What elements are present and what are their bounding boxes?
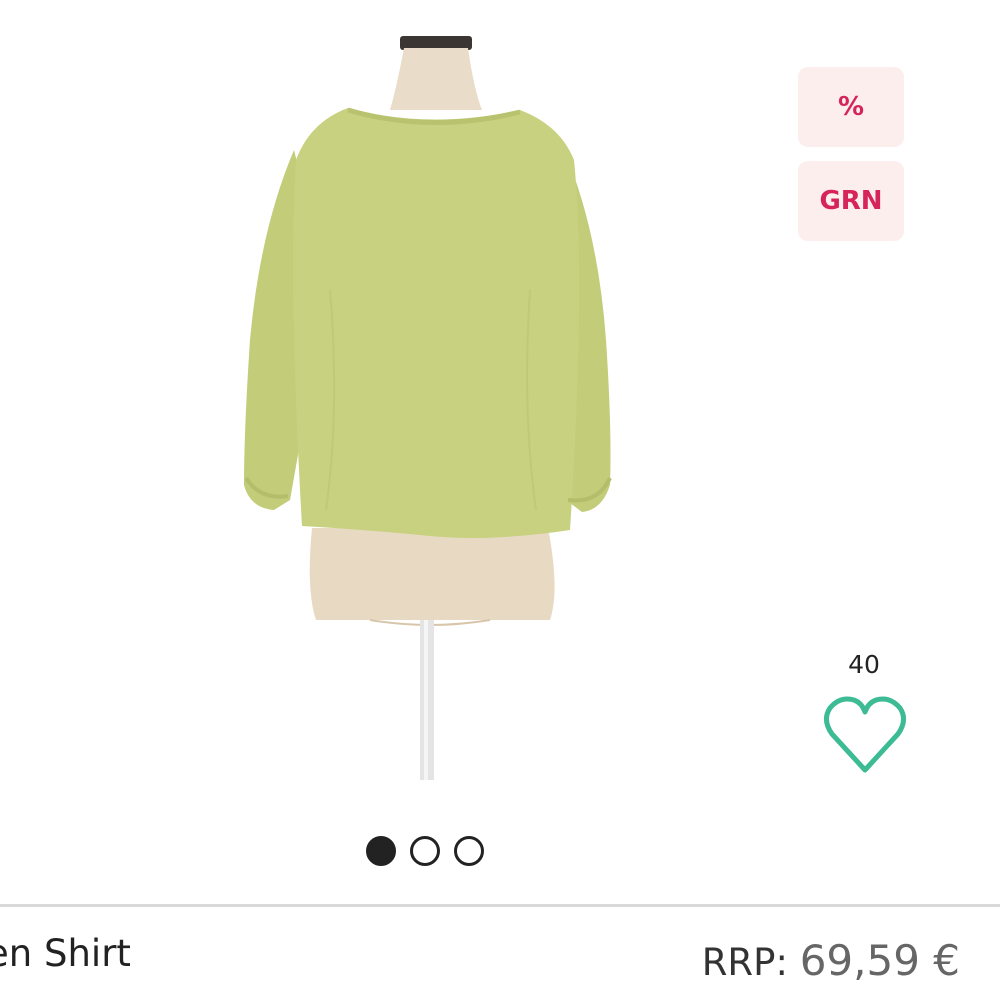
product-gallery[interactable]: % GRN 40 <box>0 0 1000 900</box>
carousel-dot-2[interactable] <box>410 836 440 866</box>
carousel-dots <box>366 836 484 866</box>
product-title: en Shirt <box>0 932 131 975</box>
discount-badge[interactable]: % <box>798 67 904 147</box>
like-count: 40 <box>848 650 880 679</box>
carousel-dot-1[interactable] <box>366 836 396 866</box>
product-image <box>244 36 612 780</box>
like-button[interactable] <box>820 690 910 780</box>
heart-icon <box>824 696 906 773</box>
divider <box>0 904 1000 907</box>
rrp-label: RRP: <box>701 941 788 984</box>
rrp-value: 69,59 € <box>799 936 960 985</box>
price-row: RRP: 69,59 € <box>702 936 960 985</box>
carousel-dot-3[interactable] <box>454 836 484 866</box>
color-tag-badge[interactable]: GRN <box>798 161 904 241</box>
